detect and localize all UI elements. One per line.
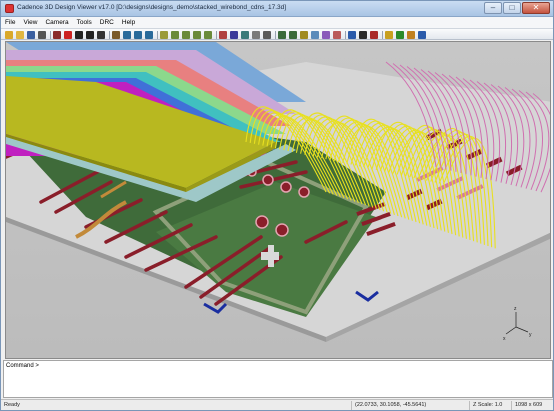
measure-icon[interactable] (333, 31, 341, 39)
clip-icon[interactable] (322, 31, 330, 39)
rotate-icon[interactable] (278, 31, 286, 39)
transparency-icon[interactable] (311, 31, 319, 39)
status-bar: Ready (22.0733, 30.1058, -45.5641) Z Sca… (1, 399, 553, 410)
drc-icon[interactable] (370, 31, 378, 39)
record-icon[interactable] (64, 31, 72, 39)
status-zscale: Z Scale: 1.0 (469, 401, 505, 410)
net-icon[interactable] (241, 31, 249, 39)
mesh-icon[interactable] (252, 31, 260, 39)
play-icon[interactable] (86, 31, 94, 39)
window-title: Cadence 3D Design Viewer v17.0 [D:\desig… (17, 4, 287, 11)
grid-icon[interactable] (263, 31, 271, 39)
box-icon[interactable] (160, 31, 168, 39)
menu-help[interactable]: Help (122, 19, 135, 26)
status-window-size: 1098 x 609 (511, 401, 545, 410)
command-label: Command > (6, 363, 39, 369)
zoom-out-icon[interactable] (145, 31, 153, 39)
highlight-icon[interactable] (385, 31, 393, 39)
pencil-icon[interactable] (407, 31, 415, 39)
settings-icon[interactable] (53, 31, 61, 39)
toolbar-separator (382, 31, 383, 39)
minimize-button[interactable]: – (484, 2, 502, 14)
help-icon[interactable] (418, 31, 426, 39)
menu-view[interactable]: View (23, 19, 37, 26)
pan-icon[interactable] (289, 31, 297, 39)
toolbar-separator (275, 31, 276, 39)
menu-drc[interactable]: DRC (100, 19, 114, 26)
refresh-icon[interactable] (396, 31, 404, 39)
command-input[interactable] (40, 362, 240, 371)
status-ready: Ready (4, 402, 20, 408)
title-bar[interactable]: Cadence 3D Design Viewer v17.0 [D:\desig… (1, 1, 553, 17)
toolbar (1, 28, 553, 40)
toolbar-separator (345, 31, 346, 39)
menu-file[interactable]: File (5, 19, 15, 26)
3d-scene: x y z (6, 42, 550, 358)
wire-icon[interactable] (230, 31, 238, 39)
print-icon[interactable] (38, 31, 46, 39)
properties-icon[interactable] (359, 31, 367, 39)
toolbar-separator (50, 31, 51, 39)
zoom-in-icon[interactable] (134, 31, 142, 39)
menu-camera[interactable]: Camera (45, 19, 68, 26)
app-window: Cadence 3D Design Viewer v17.0 [D:\desig… (0, 0, 554, 411)
toolbar-separator (157, 31, 158, 39)
maximize-button[interactable]: □ (503, 2, 521, 14)
view-top-icon[interactable] (171, 31, 179, 39)
window-controls: – □ ✕ (484, 2, 550, 14)
view-front-icon[interactable] (182, 31, 190, 39)
command-pane[interactable]: Command > (3, 360, 553, 398)
light-icon[interactable] (300, 31, 308, 39)
info-icon[interactable] (348, 31, 356, 39)
export-image-icon[interactable] (112, 31, 120, 39)
toolbar-separator (109, 31, 110, 39)
view-iso-icon[interactable] (204, 31, 212, 39)
folder-icon[interactable] (16, 31, 24, 39)
toolbar-separator (216, 31, 217, 39)
view-side-icon[interactable] (193, 31, 201, 39)
zoom-fit-icon[interactable] (123, 31, 131, 39)
status-coordinates: (22.0733, 30.1058, -45.5641) (351, 401, 429, 410)
close-button[interactable]: ✕ (522, 2, 550, 14)
menu-tools[interactable]: Tools (77, 19, 92, 26)
camera-icon[interactable] (97, 31, 105, 39)
3d-viewport[interactable]: x y z (5, 41, 551, 359)
stop-icon[interactable] (75, 31, 83, 39)
menu-bar: File View Camera Tools DRC Help (1, 17, 553, 28)
app-logo-icon (5, 4, 14, 13)
save-icon[interactable] (27, 31, 35, 39)
open-icon[interactable] (5, 31, 13, 39)
layer-icon[interactable] (219, 31, 227, 39)
